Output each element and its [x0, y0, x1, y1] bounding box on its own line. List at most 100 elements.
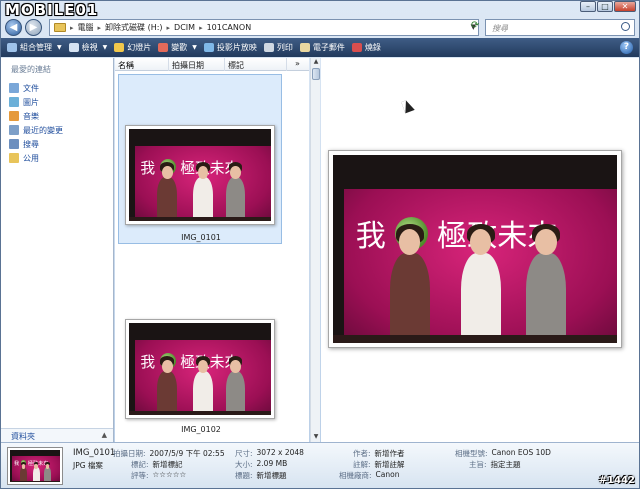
toolbar-label: 投影片放映 — [216, 43, 257, 52]
detail-value[interactable]: 指定主題 — [491, 459, 521, 470]
detail-authors: 作者: 新增作者 — [353, 448, 405, 459]
search-input[interactable]: 搜尋 — [485, 19, 635, 36]
refresh-icon[interactable]: ⟳ — [471, 20, 479, 31]
preview-pane: 我極致未來 — [321, 58, 639, 442]
back-button[interactable]: ◀ — [5, 19, 22, 36]
navigation-pane: 最愛的連結 文件 圖片 音樂 最近的變更 搜尋 公用 資料夾 ▲ — [1, 58, 114, 442]
star-icon[interactable]: ☆ — [179, 470, 186, 479]
details-thumbnail: 我極致未來 — [7, 447, 63, 485]
rating-stars[interactable]: ☆☆☆☆☆ — [153, 470, 187, 481]
detail-camera-model: 相機型號: Canon EOS 10D — [455, 448, 551, 459]
person-figure — [225, 370, 246, 415]
scroll-down-icon[interactable]: ▼ — [311, 433, 321, 442]
vertical-scrollbar[interactable]: ▲ ▼ — [310, 58, 320, 442]
toolbar-button-7[interactable]: 燒錄 — [351, 42, 388, 53]
nav-item-5[interactable]: 公用 — [9, 151, 113, 165]
more-columns-button[interactable]: » — [287, 58, 300, 70]
toolbar-button-6[interactable]: 電子郵件 — [299, 42, 352, 53]
search-icon[interactable] — [621, 22, 630, 31]
person-figure — [44, 466, 51, 482]
person-head — [470, 229, 492, 255]
preview-image: 我極致未來 — [328, 150, 622, 348]
mouse-cursor-icon — [401, 98, 415, 114]
toolbar-button-1[interactable]: 檢視 ▼ — [68, 42, 115, 53]
person-head — [535, 229, 557, 255]
column-date-taken[interactable]: 拍攝日期 — [169, 58, 225, 71]
details-file-name: IMG_0101 — [73, 448, 116, 458]
toolbar-icon — [299, 43, 310, 52]
star-icon[interactable]: ☆ — [166, 470, 173, 479]
detail-value[interactable]: 新增註解 — [375, 459, 405, 470]
detail-value[interactable]: 新增標記 — [153, 459, 183, 470]
favorite-links-list: 文件圖片音樂最近的變更 搜尋 公用 — [1, 75, 113, 165]
scroll-thumb[interactable] — [312, 68, 320, 80]
address-bar[interactable]: ▸ 電腦 ▸ 卸除式磁碟 (H:) ▸ DCIM ▸ 101CANON ▼ — [49, 19, 479, 36]
chevron-right-icon: ▸ — [70, 23, 74, 32]
arrow-left-icon: ◀ — [9, 22, 18, 33]
nav-item-label: 文件 — [23, 83, 39, 93]
detail-comments: 註解: 新增註解 — [353, 459, 405, 470]
nav-item-label: 音樂 — [23, 111, 39, 121]
file-item[interactable]: 我極致未來 IMG_0101 — [118, 74, 282, 244]
star-icon[interactable]: ☆ — [159, 470, 166, 479]
detail-label: 主旨: — [469, 460, 487, 469]
help-icon[interactable]: ? — [620, 41, 633, 54]
close-button[interactable]: ✕ — [614, 1, 636, 12]
person-head — [197, 360, 209, 373]
file-name: IMG_0102 — [181, 425, 221, 434]
detail-label: 相機型號: — [455, 449, 488, 458]
file-name: IMG_0101 — [181, 233, 221, 242]
person-head — [230, 360, 241, 373]
person-head — [399, 229, 421, 255]
toolbar-button-4[interactable]: 投影片放映 — [203, 42, 264, 53]
nav-item-2[interactable]: 音樂 — [9, 109, 113, 123]
nav-item-1[interactable]: 圖片 — [9, 95, 113, 109]
person-head — [162, 360, 173, 373]
folder-icon — [54, 23, 66, 32]
details-file-type: JPG 檔案 — [73, 461, 103, 470]
detail-label: 大小: — [235, 460, 253, 469]
details-pane: 我極致未來 IMG_0101 JPG 檔案 拍攝日期: 2007/5/9 下午 … — [1, 442, 639, 488]
breadcrumb-101canon[interactable]: 101CANON — [207, 23, 252, 32]
column-tags[interactable]: 標記 — [225, 58, 287, 71]
toolbar-button-3[interactable]: 變歡 ▼ — [158, 42, 204, 53]
nav-item-4[interactable]: 搜尋 — [9, 137, 113, 151]
breadcrumb-drive[interactable]: 卸除式磁碟 (H:) — [105, 22, 163, 33]
slogan-left: 我 — [140, 353, 156, 371]
person-figure — [157, 176, 178, 221]
detail-value[interactable]: 新增標題 — [257, 470, 287, 481]
toolbar-button-0[interactable]: 組合管理 ▼ — [7, 42, 69, 53]
column-name[interactable]: 名稱 — [115, 58, 169, 71]
folder-icon — [9, 139, 19, 149]
forward-button[interactable]: ▶ — [25, 19, 42, 36]
detail-value[interactable]: 新增作者 — [375, 448, 405, 459]
person-figure — [157, 370, 178, 415]
stage-floor — [129, 411, 271, 415]
breadcrumb-computer[interactable]: 電腦 — [78, 22, 94, 33]
person-head — [230, 166, 241, 179]
stage-floor — [10, 480, 60, 482]
address-row: MOBILE01 – □ ✕ ◀ ▶ ▸ 電腦 ▸ 卸除式磁碟 (H:) ▸ D… — [1, 1, 639, 37]
detail-camera-maker: 相機廠商: Canon — [339, 470, 399, 481]
person-head — [197, 166, 209, 179]
minimize-button[interactable]: – — [580, 1, 596, 12]
scroll-up-icon[interactable]: ▲ — [311, 58, 321, 67]
detail-tags: 標記: 新增標記 — [131, 459, 183, 470]
nav-item-0[interactable]: 文件 — [9, 81, 113, 95]
chevron-right-icon: ▸ — [97, 23, 102, 32]
toolbar-button-5[interactable]: 列印 — [263, 42, 300, 53]
file-item[interactable]: 我極致未來 IMG_0102 — [118, 268, 282, 438]
nav-item-3[interactable]: 最近的變更 — [9, 123, 113, 137]
person-head — [34, 464, 38, 469]
maximize-button[interactable]: □ — [597, 1, 613, 12]
toolbar-icon — [263, 43, 274, 52]
command-bar: 組合管理 ▼ 檢視 ▼ 幻燈片 變歡 ▼ 投影片放映 列印 電子郵件 燒錄? — [1, 38, 639, 57]
detail-label: 相機廠商: — [339, 471, 372, 480]
slogan-left: 我 — [14, 460, 20, 467]
toolbar-button-2[interactable]: 幻燈片 — [114, 42, 158, 53]
person-figure — [32, 466, 40, 482]
breadcrumb-dcim[interactable]: DCIM — [174, 23, 195, 32]
detail-value[interactable]: 2007/5/9 下午 02:55 — [150, 448, 225, 459]
detail-size: 大小: 2.09 MB — [235, 459, 287, 470]
folders-toggle[interactable]: 資料夾 ▲ — [1, 428, 113, 442]
